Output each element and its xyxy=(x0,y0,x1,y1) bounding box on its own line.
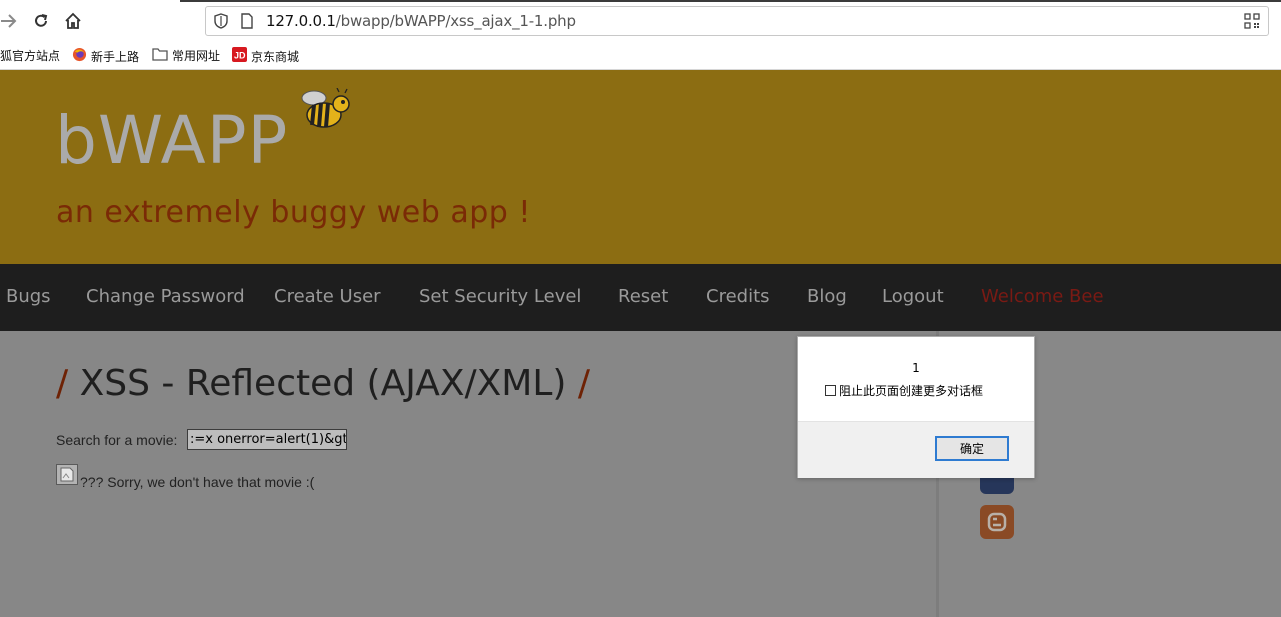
movie-search-input[interactable] xyxy=(187,429,347,450)
site-header: bWAPP an extremely buggy web app ! xyxy=(0,70,1281,264)
prevent-dialogs-checkbox[interactable] xyxy=(825,385,836,396)
shield-icon[interactable] xyxy=(214,13,228,34)
folder-icon xyxy=(152,47,168,64)
bookmark-common-sites[interactable]: 常用网址 xyxy=(152,47,220,64)
forward-button[interactable] xyxy=(0,8,22,34)
menu-credits[interactable]: Credits xyxy=(706,286,770,307)
web-page: bWAPP an extremely buggy web app ! Bugs … xyxy=(0,70,1281,617)
tab-strip-edge xyxy=(180,0,1281,2)
url-text[interactable]: 127.0.0.1/bwapp/bWAPP/xss_ajax_1-1.php xyxy=(266,12,576,30)
search-result-text: ??? Sorry, we don't have that movie :( xyxy=(80,474,315,490)
prevent-dialogs-label: 阻止此页面创建更多对话框 xyxy=(839,384,984,398)
home-button[interactable] xyxy=(60,8,86,34)
home-icon xyxy=(65,12,81,29)
bookmark-getting-started[interactable]: 新手上路 xyxy=(72,47,139,65)
menu-bugs[interactable]: Bugs xyxy=(6,286,51,307)
reload-icon xyxy=(35,14,48,27)
prevent-dialogs-option[interactable]: 阻止此页面创建更多对话框 xyxy=(825,382,983,399)
bookmark-jd-mall[interactable]: JD 京东商城 xyxy=(232,47,299,65)
title-slash-right: / xyxy=(577,363,591,404)
browser-toolbar: 127.0.0.1/bwapp/bWAPP/xss_ajax_1-1.php xyxy=(0,0,1281,42)
svg-text:JD: JD xyxy=(234,51,246,61)
url-path: /bwapp/bWAPP/xss_ajax_1-1.php xyxy=(335,12,576,30)
bookmarks-bar: 狐官方站点 新手上路 常用网址 JD 京东商城 xyxy=(0,42,1281,70)
menu-blog[interactable]: Blog xyxy=(807,286,847,307)
menu-change-password[interactable]: Change Password xyxy=(86,286,245,307)
ok-button[interactable]: 确定 xyxy=(935,436,1009,461)
blogger-icon[interactable] xyxy=(980,505,1014,539)
site-logo[interactable]: bWAPP xyxy=(55,102,288,179)
site-tagline: an extremely buggy web app ! xyxy=(56,195,531,230)
menu-set-security-level[interactable]: Set Security Level xyxy=(419,286,581,307)
url-host: 127.0.0.1 xyxy=(266,12,336,30)
bookmark-label: 狐官方站点 xyxy=(0,49,61,63)
main-content: / XSS - Reflected (AJAX/XML) / Search fo… xyxy=(0,331,936,617)
arrow-right-icon xyxy=(1,14,17,28)
bee-icon xyxy=(301,88,350,128)
alert-dialog: 1 阻止此页面创建更多对话框 确定 xyxy=(797,336,1035,478)
dialog-footer: 确定 xyxy=(798,421,1034,478)
menu-logout[interactable]: Logout xyxy=(882,286,944,307)
bookmark-label: 京东商城 xyxy=(251,49,300,64)
bookmark-label: 常用网址 xyxy=(172,49,221,63)
main-menu: Bugs Change Password Create User Set Sec… xyxy=(0,264,1281,331)
qr-code-icon[interactable] xyxy=(1244,13,1260,34)
bookmark-label: 新手上路 xyxy=(91,49,140,64)
alert-message: 1 xyxy=(912,361,920,375)
menu-reset[interactable]: Reset xyxy=(618,286,668,307)
bookmark-official-site[interactable]: 狐官方站点 xyxy=(0,47,60,64)
jd-icon: JD xyxy=(232,47,247,65)
menu-create-user[interactable]: Create User xyxy=(274,286,381,307)
title-slash-left: / xyxy=(56,363,69,404)
page-title: / XSS - Reflected (AJAX/XML) / xyxy=(56,363,590,404)
firefox-icon xyxy=(72,47,87,65)
reload-button[interactable] xyxy=(28,8,54,34)
address-bar[interactable]: 127.0.0.1/bwapp/bWAPP/xss_ajax_1-1.php xyxy=(205,6,1269,36)
broken-image-icon xyxy=(56,464,78,485)
title-text: XSS - Reflected (AJAX/XML) xyxy=(79,363,567,404)
welcome-text: Welcome Bee xyxy=(981,286,1104,307)
page-info-icon[interactable] xyxy=(240,13,254,34)
search-label: Search for a movie: xyxy=(56,432,178,448)
